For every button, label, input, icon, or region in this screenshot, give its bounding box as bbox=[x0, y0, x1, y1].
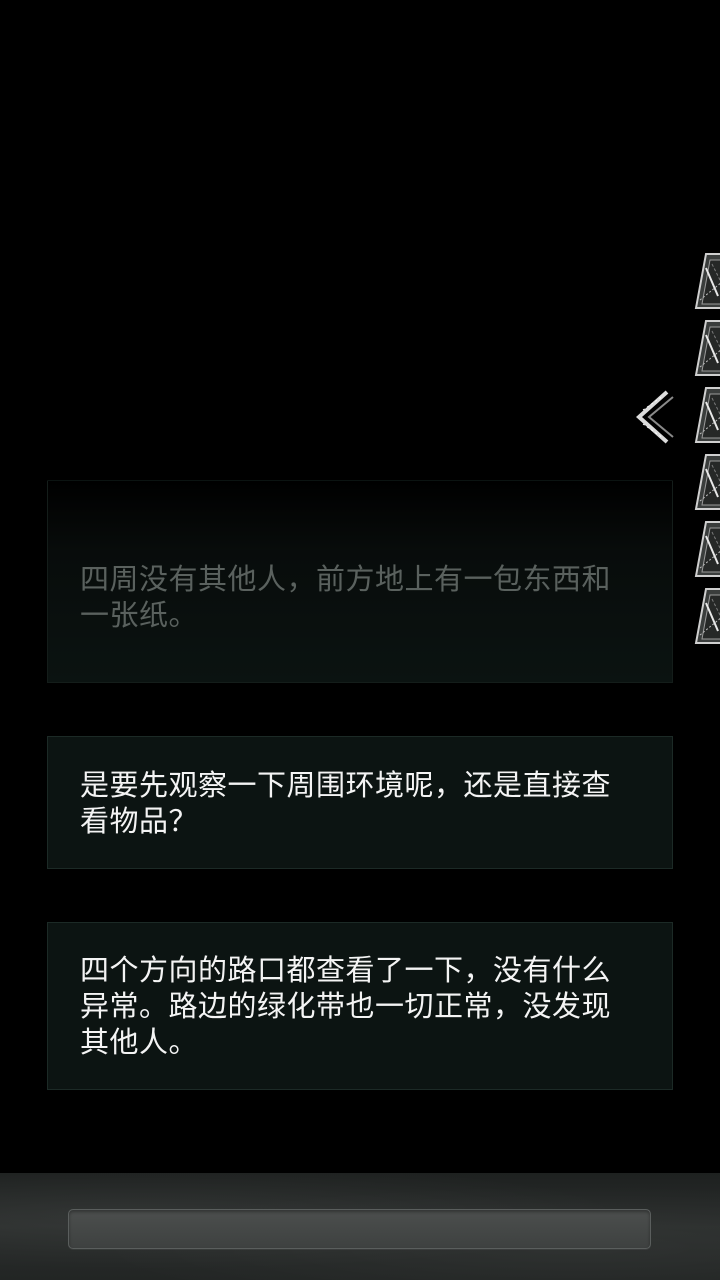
evidence-card-stack bbox=[692, 252, 720, 654]
chevron-left-icon[interactable] bbox=[633, 388, 677, 446]
message-bubble-faded: 四周没有其他人，前方地上有一包东西和一张纸。 bbox=[47, 480, 673, 683]
message-text: 四周没有其他人，前方地上有一包东西和一张纸。 bbox=[80, 562, 612, 632]
evidence-card-icon[interactable] bbox=[692, 386, 720, 444]
message-text: 是要先观察一下周围环境呢，还是直接查看物品？ bbox=[80, 768, 612, 838]
evidence-card-icon[interactable] bbox=[692, 252, 720, 310]
evidence-card-icon[interactable] bbox=[692, 587, 720, 645]
evidence-card-icon[interactable] bbox=[692, 453, 720, 511]
message-bubble: 四个方向的路口都查看了一下，没有什么异常。路边的绿化带也一切正常，没发现其他人。 bbox=[47, 922, 673, 1090]
message-bubble: 是要先观察一下周围环境呢，还是直接查看物品？ bbox=[47, 736, 673, 869]
evidence-card-icon[interactable] bbox=[692, 319, 720, 377]
reply-input[interactable] bbox=[68, 1209, 651, 1249]
evidence-card-icon[interactable] bbox=[692, 520, 720, 578]
message-text: 四个方向的路口都查看了一下，没有什么异常。路边的绿化带也一切正常，没发现其他人。 bbox=[80, 953, 612, 1059]
